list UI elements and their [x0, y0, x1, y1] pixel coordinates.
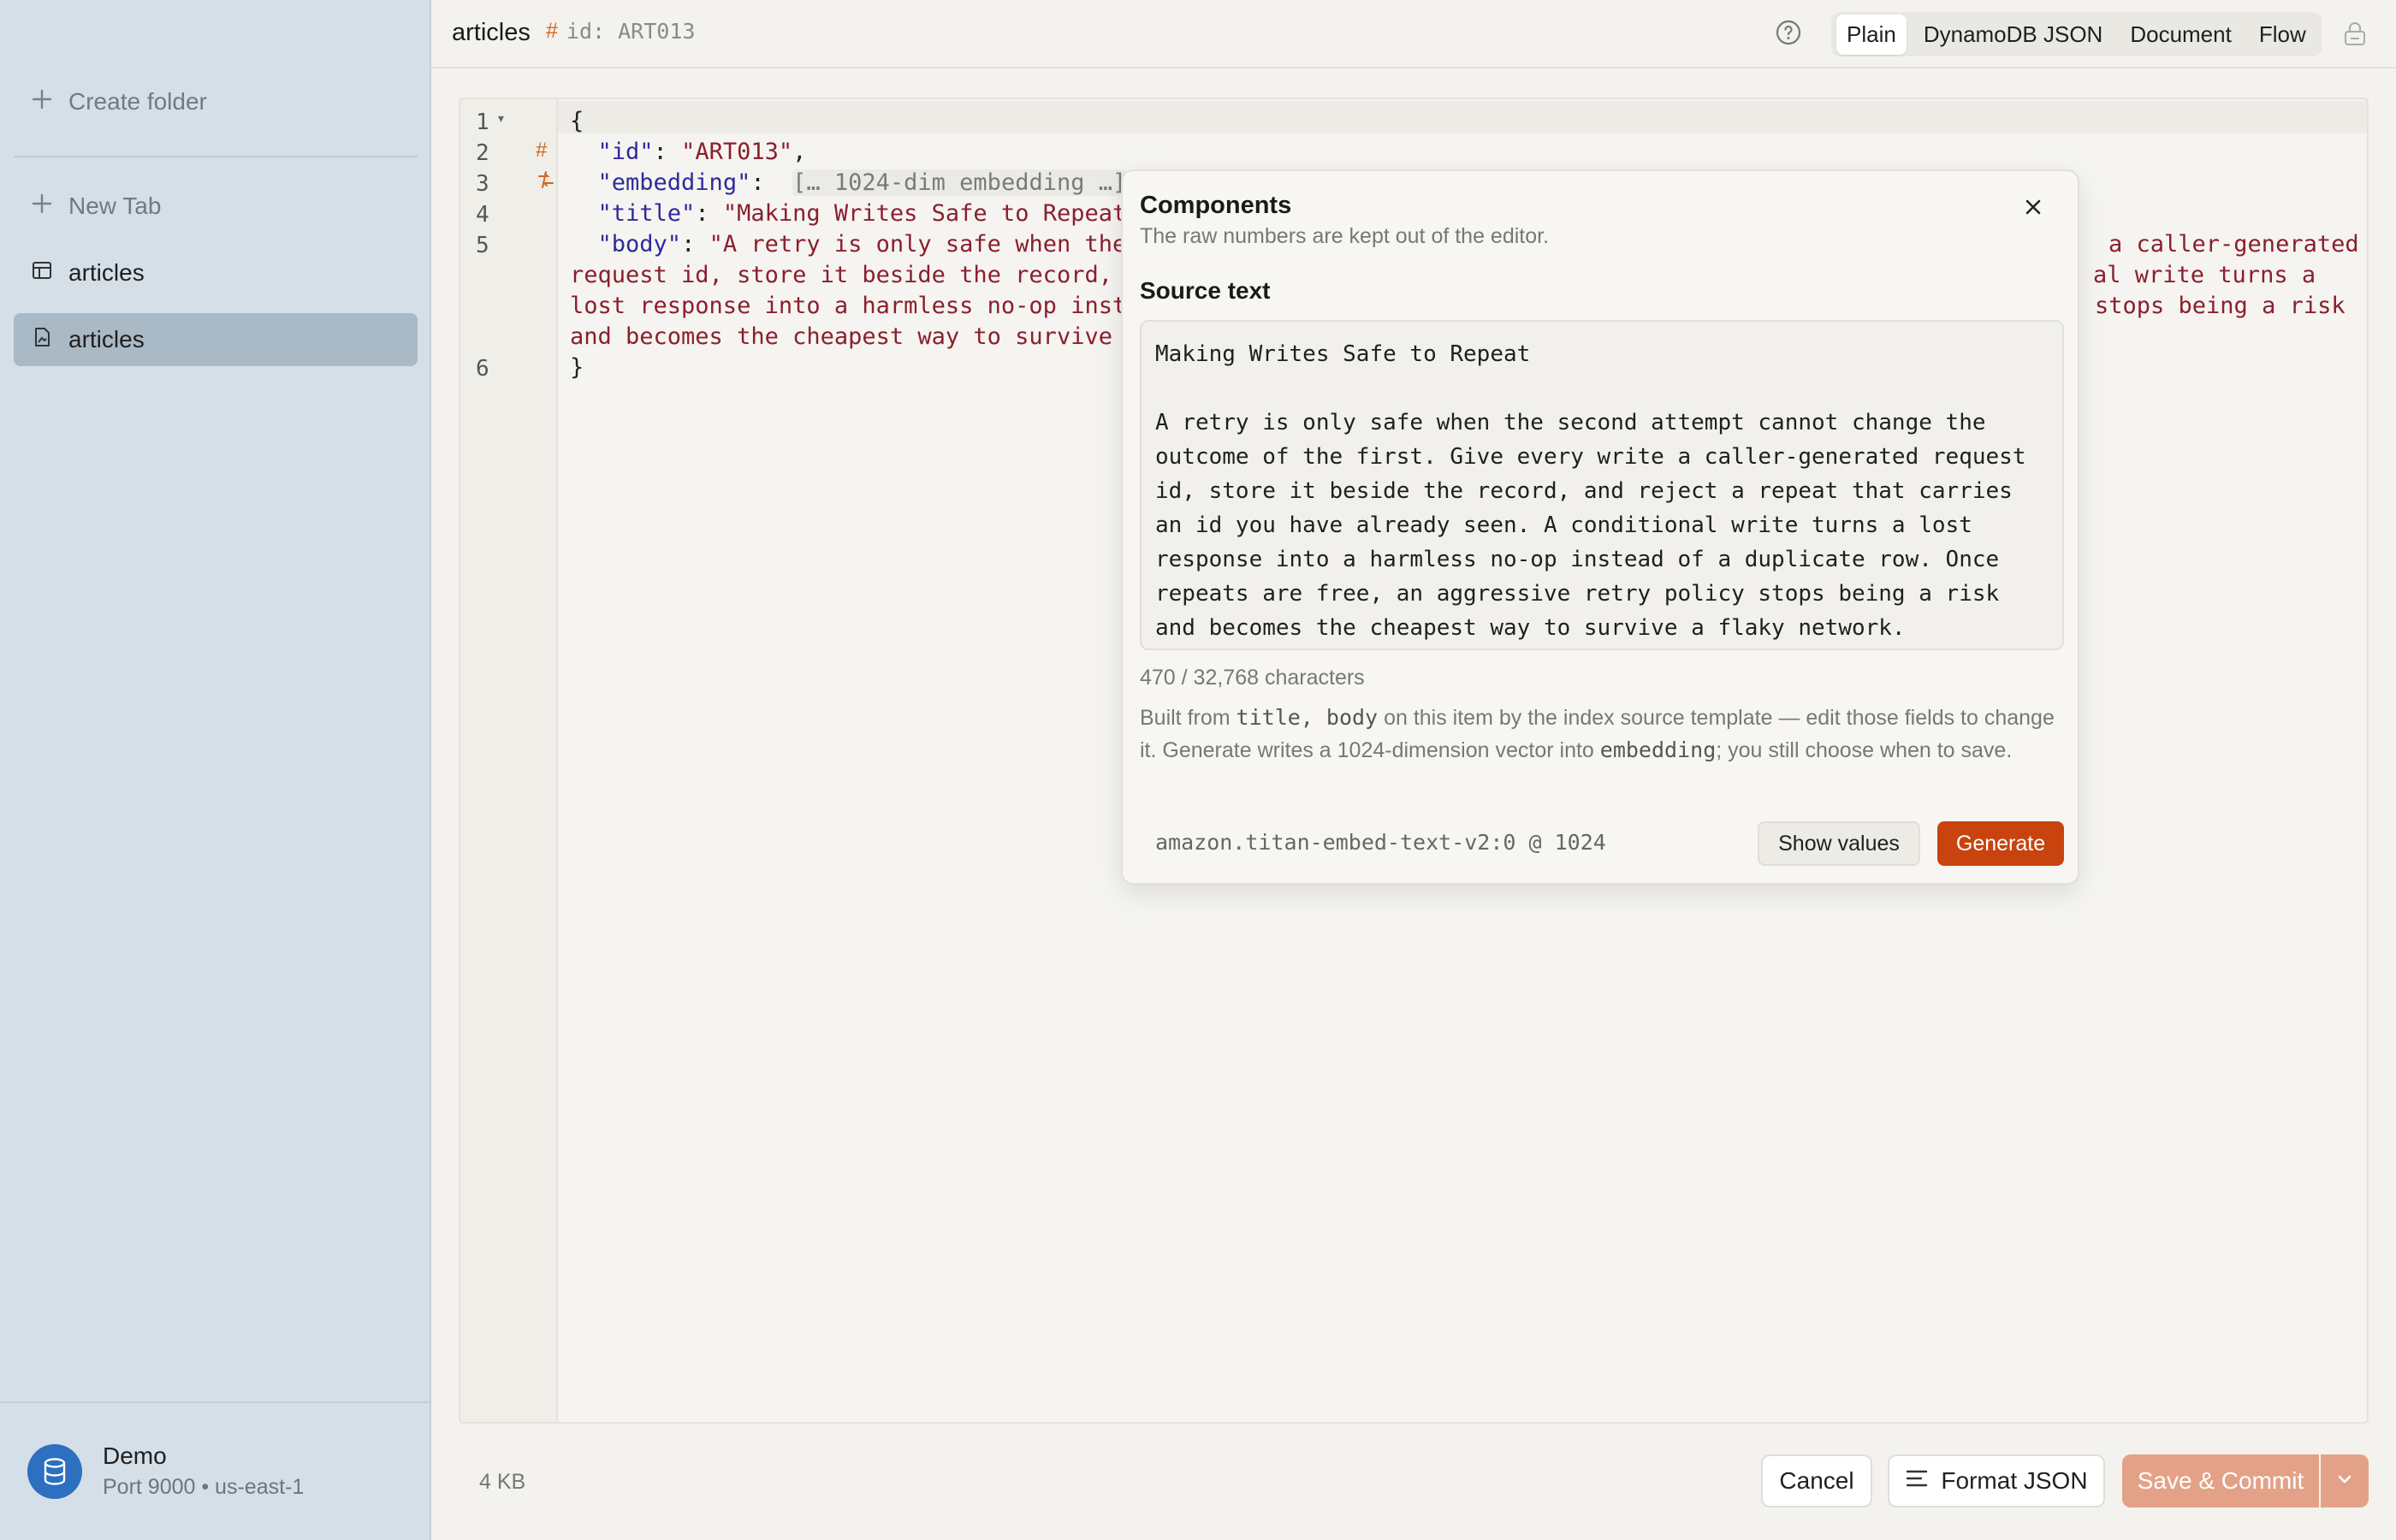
- line-number: 6: [476, 356, 489, 382]
- hash-icon: #: [546, 19, 558, 43]
- code-line-5: "body": "A retry is only safe when the s: [597, 231, 1154, 258]
- document-icon: [31, 326, 53, 354]
- connection-detail: Port 9000 • us-east-1: [103, 1475, 305, 1499]
- fold-toggle-icon[interactable]: ▾: [496, 110, 506, 127]
- connection-name: Demo: [103, 1442, 167, 1469]
- sidebar-item-articles-document[interactable]: articles: [14, 313, 418, 366]
- line-number: 3: [476, 171, 489, 197]
- code-line-1: {: [570, 108, 584, 134]
- item-size: 4 KB: [479, 1470, 526, 1494]
- popover-title: Components: [1140, 192, 1292, 219]
- line-number: 1: [476, 110, 489, 135]
- save-options-dropdown[interactable]: [2321, 1454, 2369, 1507]
- code-line-2: "id": "ART013",: [597, 139, 807, 165]
- code-line-3: "embedding": [… 1024-dim embedding …] ,: [597, 169, 1154, 196]
- view-mode-tabs: Plain DynamoDB JSON Document Flow: [1831, 12, 2322, 56]
- sidebar-divider: [14, 156, 418, 157]
- active-line-highlight: [558, 101, 2367, 133]
- line-number: 4: [476, 202, 489, 228]
- source-template-note: Built from title, body on this item by t…: [1140, 705, 2055, 762]
- tab-document[interactable]: Document: [2120, 15, 2242, 55]
- show-values-button[interactable]: Show values: [1758, 821, 1920, 866]
- tab-flow[interactable]: Flow: [2249, 15, 2316, 55]
- code-line-5-tail: a caller-generated: [2108, 231, 2359, 258]
- sidebar-item-articles-table[interactable]: articles: [14, 246, 418, 299]
- lock-icon[interactable]: [2341, 21, 2369, 54]
- line-gutter: [460, 99, 558, 1422]
- line-number: 5: [476, 233, 489, 258]
- sidebar-item-label: articles: [68, 326, 145, 352]
- item-key-label: # id: ART013: [546, 19, 696, 44]
- help-icon[interactable]: [1775, 19, 1802, 52]
- sidebar-bottom-divider: [0, 1401, 431, 1403]
- connection-info[interactable]: Demo Port 9000 • us-east-1: [27, 1442, 304, 1500]
- editor-header: articles # id: ART013 Plain DynamoDB JSO…: [431, 0, 2396, 68]
- source-text-label: Source text: [1140, 277, 1271, 304]
- sidebar-item-label: articles: [68, 259, 145, 286]
- code-line-4: "title": "Making Writes Safe to Repeat": [597, 200, 1141, 227]
- database-icon: [27, 1443, 82, 1499]
- components-popover: Components The raw numbers are kept out …: [1121, 169, 2079, 885]
- plus-icon: [31, 88, 53, 116]
- chevron-down-icon: [2335, 1467, 2354, 1495]
- new-tab-button[interactable]: New Tab: [14, 180, 418, 233]
- generate-button[interactable]: Generate: [1937, 821, 2064, 866]
- table-icon: [31, 259, 53, 287]
- sidebar: Create folder New Tab articles articles …: [0, 0, 431, 1540]
- partition-key-hash-icon: #: [536, 139, 548, 162]
- plus-icon: [31, 192, 53, 221]
- format-json-button[interactable]: Format JSON: [1888, 1454, 2105, 1507]
- create-folder-label: Create folder: [68, 88, 207, 115]
- new-tab-label: New Tab: [68, 192, 162, 219]
- code-line-6: }: [570, 354, 584, 381]
- popover-subtitle: The raw numbers are kept out of the edit…: [1140, 224, 1550, 248]
- tab-dynamodb-json[interactable]: DynamoDB JSON: [1913, 15, 2114, 55]
- code-line-5-wrap-3: and becomes the cheapest way to survive …: [570, 323, 1141, 350]
- format-json-label: Format JSON: [1941, 1467, 2088, 1494]
- embedding-model-id: amazon.titan-embed-text-v2:0 @ 1024: [1155, 830, 1606, 855]
- page-title: articles: [452, 19, 531, 46]
- tab-plain[interactable]: Plain: [1836, 14, 1907, 55]
- code-line-5-wrap-2: lost response into a harmless no-op inst…: [570, 293, 1154, 319]
- vector-sparkle-icon[interactable]: [536, 169, 556, 196]
- embedding-fold-widget[interactable]: [… 1024-dim embedding …]: [792, 169, 1127, 196]
- align-left-icon: [1905, 1467, 1929, 1496]
- character-count: 470 / 32,768 characters: [1140, 666, 1365, 690]
- save-commit-button[interactable]: Save & Commit: [2122, 1454, 2319, 1507]
- cancel-button[interactable]: Cancel: [1761, 1454, 1872, 1507]
- code-line-5-wrap-1: request id, store it beside the record, …: [570, 262, 1154, 288]
- line-number: 2: [476, 140, 489, 166]
- close-icon[interactable]: [2021, 195, 2045, 225]
- create-folder-button[interactable]: Create folder: [14, 75, 418, 128]
- code-line-5-wrap-2-tail: stops being a risk: [2095, 293, 2346, 319]
- source-text-field[interactable]: Making Writes Safe to Repeat A retry is …: [1140, 320, 2064, 650]
- code-line-5-wrap-1-tail: al write turns a: [2093, 262, 2316, 288]
